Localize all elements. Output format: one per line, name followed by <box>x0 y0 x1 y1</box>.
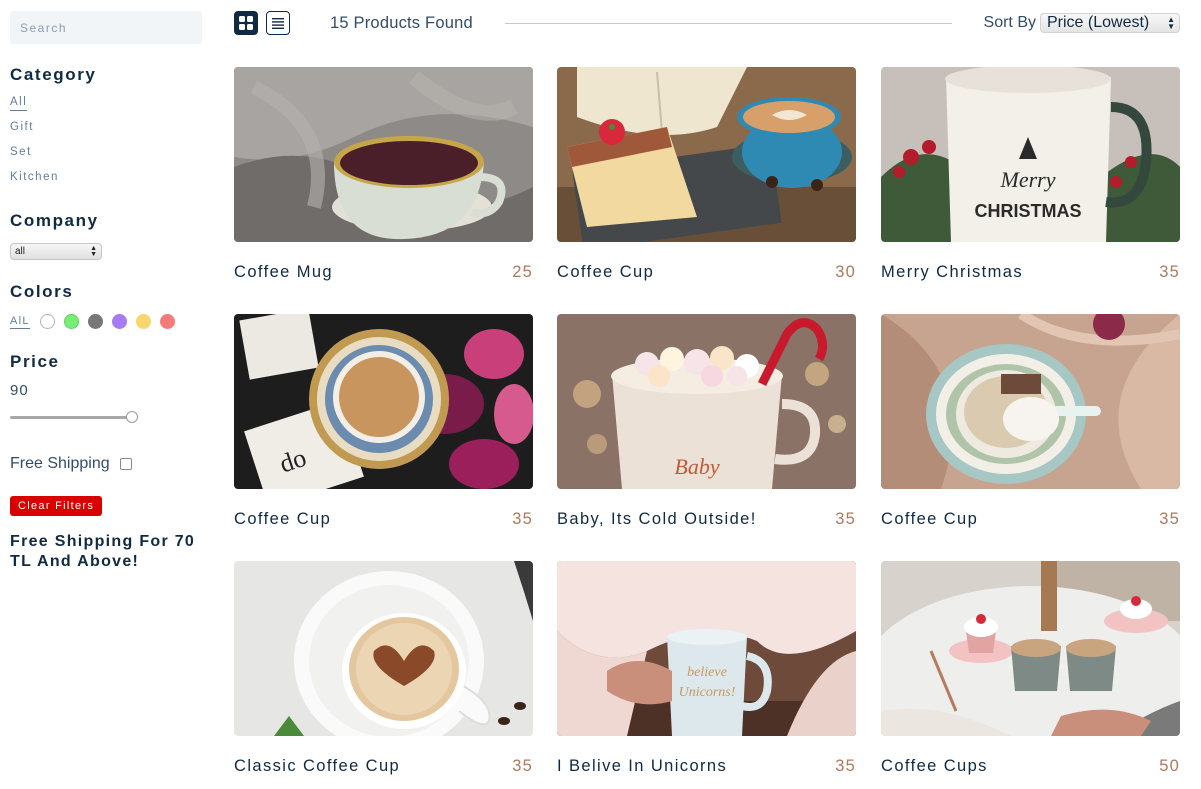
product-name: Coffee Cups <box>881 756 988 775</box>
color-swatch-gray[interactable] <box>87 314 103 329</box>
color-swatch-purple[interactable] <box>111 314 127 329</box>
product-name: Coffee Cup <box>557 262 655 281</box>
product-price: 35 <box>1159 262 1180 281</box>
search-input[interactable] <box>10 11 202 44</box>
free-shipping-promo: Free Shipping For 70 TL And Above! <box>10 533 196 570</box>
product-price: 35 <box>835 756 856 775</box>
filters-sidebar: Category All Gift Set Kitchen Company al… <box>10 11 202 572</box>
color-swatch-yellow[interactable] <box>135 314 151 329</box>
svg-text:Unicorns!: Unicorns! <box>679 685 736 700</box>
sort-select-value: Price (Lowest) <box>1047 14 1150 31</box>
price-slider[interactable] <box>10 409 138 425</box>
product-price: 50 <box>1159 756 1180 775</box>
svg-text:Merry: Merry <box>1000 167 1056 192</box>
svg-text:Baby: Baby <box>674 454 719 479</box>
product-name: Coffee Cup <box>234 509 332 528</box>
product-card[interactable]: Coffee Cups 50 <box>881 561 1180 776</box>
products-header: 15 Products Found Sort By Price (Lowest)… <box>234 11 1180 35</box>
svg-text:believe: believe <box>687 665 727 680</box>
product-card[interactable]: believe Unicorns! I Belive In Unicorns 3… <box>557 561 856 776</box>
product-image[interactable] <box>557 67 856 242</box>
category-all[interactable]: All <box>10 93 202 118</box>
product-price: 30 <box>835 262 856 281</box>
product-card[interactable]: do Coffee Cup 35 <box>234 314 533 529</box>
product-card[interactable]: Coffee Mug 25 <box>234 67 533 282</box>
color-swatches: AlL <box>10 314 202 329</box>
product-image[interactable]: do <box>234 314 533 489</box>
price-value: 90 <box>10 382 29 399</box>
product-price: 25 <box>512 262 533 281</box>
product-image[interactable] <box>881 314 1180 489</box>
svg-text:CHRISTMAS: CHRISTMAS <box>975 201 1082 221</box>
category-gift[interactable]: Gift <box>10 118 202 143</box>
category-set[interactable]: Set <box>10 143 202 168</box>
product-image[interactable]: Merry CHRISTMAS <box>881 67 1180 242</box>
product-image[interactable] <box>234 561 533 736</box>
product-image[interactable] <box>881 561 1180 736</box>
free-shipping-checkbox[interactable] <box>119 458 132 470</box>
select-arrows-icon: ▲ ▼ <box>1167 15 1175 31</box>
category-title: Category <box>10 65 97 84</box>
price-title: Price <box>10 352 60 371</box>
price-slider-thumb[interactable] <box>126 411 138 423</box>
product-image[interactable]: Baby <box>557 314 856 489</box>
product-price: 35 <box>512 756 533 775</box>
select-arrows-icon: ▲ ▼ <box>90 244 97 258</box>
company-select-value: all <box>15 246 26 257</box>
product-name: Classic Coffee Cup <box>234 756 401 775</box>
product-price: 35 <box>835 509 856 528</box>
product-name: Merry Christmas <box>881 262 1024 281</box>
color-swatch-white[interactable] <box>39 314 55 329</box>
product-card[interactable]: Coffee Cup 35 <box>881 314 1180 529</box>
products-found-count: 15 Products Found <box>330 13 473 32</box>
grid-view-button[interactable] <box>234 11 258 35</box>
product-card[interactable]: Baby Baby, Its Cold Outside! 35 <box>557 314 856 529</box>
list-view-button[interactable] <box>266 11 290 35</box>
product-price: 35 <box>512 509 533 528</box>
list-icon <box>272 17 284 29</box>
header-divider <box>504 22 952 24</box>
category-kitchen[interactable]: Kitchen <box>10 168 202 193</box>
company-title: Company <box>10 211 99 230</box>
company-select[interactable]: all ▲ ▼ <box>10 243 102 260</box>
product-image[interactable] <box>234 67 533 242</box>
clear-filters-button[interactable]: Clear Filters <box>10 496 103 516</box>
product-card[interactable]: Classic Coffee Cup 35 <box>234 561 533 776</box>
color-all[interactable]: AlL <box>10 314 30 329</box>
product-card[interactable]: Merry CHRISTMAS Merry Christmas 35 <box>881 67 1180 282</box>
category-list: All Gift Set Kitchen <box>10 93 202 193</box>
free-shipping-row: Free Shipping <box>10 455 202 473</box>
product-card[interactable]: Coffee Cup 30 <box>557 67 856 282</box>
free-shipping-label: Free Shipping <box>10 455 110 472</box>
sort-select[interactable]: Price (Lowest) ▲ ▼ <box>1040 13 1180 33</box>
grid-icon <box>239 16 253 30</box>
product-name: Coffee Cup <box>881 509 979 528</box>
product-image[interactable]: believe Unicorns! <box>557 561 856 736</box>
colors-title: Colors <box>10 282 74 301</box>
price-slider-track <box>10 416 138 419</box>
sort-label: Sort By <box>983 14 1036 31</box>
product-name: Baby, Its Cold Outside! <box>557 509 757 528</box>
product-name: I Belive In Unicorns <box>557 756 728 775</box>
product-price: 35 <box>1159 509 1180 528</box>
product-name: Coffee Mug <box>234 262 333 281</box>
color-swatch-green[interactable] <box>63 314 79 329</box>
color-swatch-red[interactable] <box>159 314 175 329</box>
